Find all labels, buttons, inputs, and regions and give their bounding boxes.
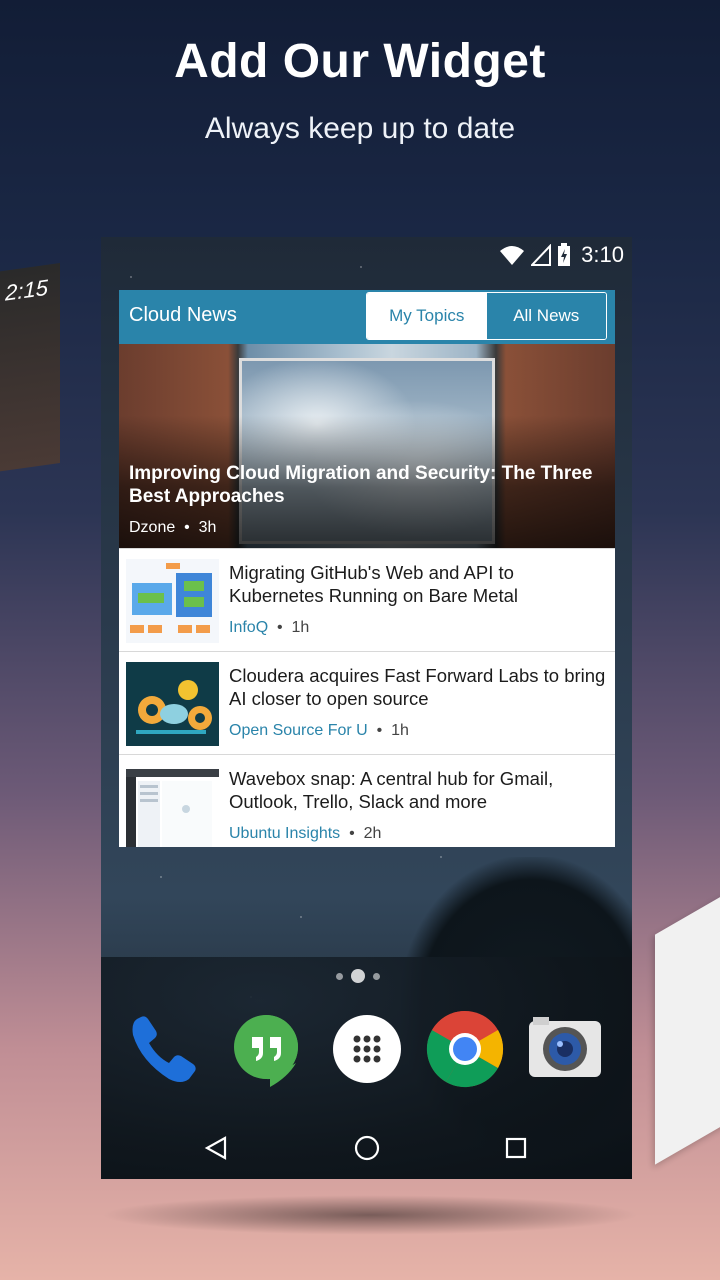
hero-overlay xyxy=(119,344,615,548)
phone-shadow xyxy=(100,1195,640,1235)
item-title: Wavebox snap: A central hub for Gmail, O… xyxy=(229,768,554,812)
headline: Add Our Widget xyxy=(174,35,546,88)
camera-icon[interactable] xyxy=(525,1009,605,1089)
wifi-icon xyxy=(500,246,525,265)
item-meta: Ubuntu Insights • 2h xyxy=(229,825,381,843)
hangouts-icon[interactable] xyxy=(226,1009,306,1089)
item-age: 2h xyxy=(363,825,382,842)
app-drawer-icon[interactable] xyxy=(327,1009,407,1089)
signal-icon xyxy=(531,244,552,266)
meta-separator: • xyxy=(184,519,190,536)
subline: Always keep up to date xyxy=(204,112,516,145)
tab-my-topics[interactable]: My Topics xyxy=(367,293,487,339)
home-icon[interactable] xyxy=(352,1133,382,1163)
hero-source: Dzone xyxy=(129,519,176,536)
hero-meta: Dzone • 3h xyxy=(129,519,216,537)
list-item[interactable]: Migrating GitHub's Web and API to Kubern… xyxy=(119,548,615,651)
item-source: InfoQ xyxy=(229,619,269,636)
item-source: Ubuntu Insights xyxy=(229,825,341,842)
navigation-bar xyxy=(101,1117,632,1179)
item-age: 1h xyxy=(291,619,310,636)
widget-title: Cloud News xyxy=(129,304,237,326)
phone-screen: 3:10 Cloud News My Topics All News Impro… xyxy=(101,237,632,1179)
item-title: Migrating GitHub's Web and API to Kubern… xyxy=(229,562,518,606)
thumbnail-ai xyxy=(126,662,219,746)
widget-header: Cloud News My Topics All News xyxy=(119,290,615,344)
page-dot xyxy=(336,972,343,980)
item-source: Open Source For U xyxy=(229,722,368,739)
meta-separator: • xyxy=(376,722,383,739)
thumbnail-screenshot xyxy=(126,765,219,847)
tab-all-news[interactable]: All News xyxy=(486,293,606,339)
thumbnail-diagram xyxy=(126,559,219,643)
item-title: Cloudera acquires Fast Forward Labs to b… xyxy=(229,665,606,709)
list-item[interactable]: Wavebox snap: A central hub for Gmail, O… xyxy=(119,754,615,847)
item-meta: Open Source For U • 1h xyxy=(229,722,409,740)
status-time: 3:10 xyxy=(581,242,624,267)
side-phone-left: 2:15 xyxy=(0,262,60,478)
battery-icon xyxy=(558,243,571,266)
item-meta: InfoQ • 1h xyxy=(229,619,309,637)
news-widget: Cloud News My Topics All News Improving … xyxy=(119,290,615,847)
side-phone-right xyxy=(655,865,720,1165)
page-indicator xyxy=(336,969,380,983)
hero-article[interactable]: Improving Cloud Migration and Security: … xyxy=(119,344,615,548)
page-dot xyxy=(373,972,380,980)
list-item[interactable]: Cloudera acquires Fast Forward Labs to b… xyxy=(119,651,615,754)
hero-title: Improving Cloud Migration and Security: … xyxy=(129,463,593,507)
meta-separator: • xyxy=(349,825,355,842)
back-icon[interactable] xyxy=(201,1133,231,1163)
recents-icon[interactable] xyxy=(501,1133,531,1163)
meta-separator: • xyxy=(277,619,283,636)
chrome-icon[interactable] xyxy=(425,1009,505,1089)
item-age: 1h xyxy=(391,722,409,739)
phone-icon[interactable] xyxy=(123,1009,203,1089)
hero-age: 3h xyxy=(198,519,217,536)
page-dot-active xyxy=(351,969,365,983)
status-bar: 3:10 xyxy=(499,237,624,273)
widget-tabs: My Topics All News xyxy=(366,292,607,340)
side-phone-clock: 2:15 xyxy=(5,274,48,306)
